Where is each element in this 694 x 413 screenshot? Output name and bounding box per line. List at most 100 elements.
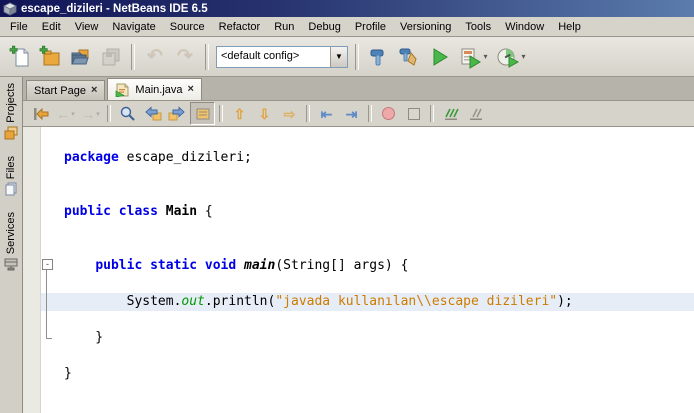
- code-view[interactable]: package escape_dizileri;public class Mai…: [41, 127, 694, 413]
- files-icon: [4, 182, 18, 196]
- toggle-highlight-search-button[interactable]: [190, 102, 215, 125]
- new-file-button[interactable]: [6, 42, 36, 72]
- menu-help[interactable]: Help: [551, 19, 588, 35]
- uncomment-icon: [468, 106, 484, 122]
- undo-button[interactable]: ↶: [140, 42, 170, 72]
- project-configuration-select[interactable]: <default config> ▼: [216, 46, 348, 68]
- uncomment-button[interactable]: [463, 102, 488, 125]
- build-project-button[interactable]: [364, 42, 394, 72]
- toolbar-separator: [306, 105, 310, 122]
- sidebar-item-services[interactable]: Services: [4, 212, 18, 271]
- menu-debug[interactable]: Debug: [301, 19, 347, 35]
- shift-line-right-button[interactable]: ⇥: [339, 102, 364, 125]
- projects-label: Projects: [5, 83, 17, 123]
- menu-versioning[interactable]: Versioning: [393, 19, 458, 35]
- code-line[interactable]: package escape_dizileri;: [41, 149, 694, 167]
- redo-button[interactable]: ↷: [170, 42, 200, 72]
- tab-label: Main.java: [135, 84, 182, 96]
- toggle-bookmark-button[interactable]: ⇨: [277, 102, 302, 125]
- code-fold-guide-end: [46, 338, 52, 339]
- code-line[interactable]: [41, 167, 694, 185]
- find-next-button[interactable]: [165, 102, 190, 125]
- record-macro-icon: [382, 107, 395, 120]
- editor-toolbar: ←▾ →▾: [23, 101, 694, 127]
- back-icon: ←: [56, 107, 70, 121]
- run-project-button[interactable]: [424, 42, 454, 72]
- new-project-button[interactable]: [36, 42, 66, 72]
- tab-start-page[interactable]: Start Page ×: [26, 80, 105, 100]
- menu-view[interactable]: View: [68, 19, 106, 35]
- projects-icon: [4, 126, 18, 140]
- menu-source[interactable]: Source: [163, 19, 212, 35]
- save-all-button[interactable]: [96, 42, 126, 72]
- menu-edit[interactable]: Edit: [35, 19, 68, 35]
- netbeans-cube-icon: [3, 2, 17, 16]
- find-next-icon: [168, 106, 187, 122]
- run-macro-icon: [408, 108, 420, 120]
- project-configuration-value: <default config>: [217, 47, 330, 67]
- shift-right-icon: ⇥: [346, 107, 358, 121]
- menu-refactor[interactable]: Refactor: [212, 19, 268, 35]
- code-line[interactable]: [41, 275, 694, 293]
- find-previous-button[interactable]: [140, 102, 165, 125]
- code-line[interactable]: [41, 347, 694, 365]
- title-bar: escape_dizileri - NetBeans IDE 6.5: [0, 0, 694, 17]
- files-label: Files: [5, 156, 17, 179]
- code-line[interactable]: public class Main {: [41, 203, 694, 221]
- run-macro-button[interactable]: [401, 102, 426, 125]
- code-line[interactable]: }: [41, 329, 694, 347]
- open-project-button[interactable]: [66, 42, 96, 72]
- comment-button[interactable]: [438, 102, 463, 125]
- menu-profile[interactable]: Profile: [348, 19, 393, 35]
- document-tab-row: Start Page × Main.java ×: [23, 77, 694, 101]
- menu-file[interactable]: File: [3, 19, 35, 35]
- chevron-down-icon: ▼: [335, 52, 343, 61]
- code-fold-guide: [46, 270, 47, 338]
- new-file-icon: [9, 45, 33, 69]
- code-line[interactable]: [41, 131, 694, 149]
- chevron-down-icon: ▾: [521, 52, 525, 61]
- code-line[interactable]: [41, 239, 694, 257]
- clean-and-build-button[interactable]: [394, 42, 424, 72]
- menu-window[interactable]: Window: [498, 19, 551, 35]
- toolbar-separator: [131, 44, 135, 70]
- hammer-icon: [367, 45, 391, 69]
- code-lines: package escape_dizileri;public class Mai…: [41, 131, 694, 383]
- menu-navigate[interactable]: Navigate: [105, 19, 162, 35]
- back-button[interactable]: ←▾: [53, 102, 78, 125]
- menu-run[interactable]: Run: [267, 19, 301, 35]
- code-line[interactable]: System.out.println("javada kullanılan\\e…: [41, 293, 694, 311]
- code-line[interactable]: [41, 311, 694, 329]
- sidebar-item-files[interactable]: Files: [4, 156, 18, 196]
- profile-project-button[interactable]: ▾: [492, 42, 530, 72]
- find-selection-button[interactable]: [115, 102, 140, 125]
- last-edit-location-icon: [32, 106, 50, 122]
- code-line[interactable]: [41, 185, 694, 203]
- debug-project-button[interactable]: ▾: [454, 42, 492, 72]
- combo-dropdown-button[interactable]: ▼: [330, 47, 347, 67]
- record-macro-button[interactable]: [376, 102, 401, 125]
- main-toolbar: ↶ ↷ <default config> ▼: [0, 37, 694, 77]
- editor-gutter[interactable]: [23, 127, 41, 413]
- hammer-broom-icon: [397, 45, 421, 69]
- menu-tools[interactable]: Tools: [458, 19, 498, 35]
- tab-main-java[interactable]: Main.java ×: [107, 78, 202, 100]
- toolbar-separator: [355, 44, 359, 70]
- code-line[interactable]: [41, 221, 694, 239]
- forward-button[interactable]: →▾: [78, 102, 103, 125]
- previous-bookmark-button[interactable]: ⇧: [227, 102, 252, 125]
- main-area: Projects Files Services: [0, 77, 694, 413]
- java-file-icon: [115, 83, 130, 97]
- code-line[interactable]: }: [41, 365, 694, 383]
- sidebar-item-projects[interactable]: Projects: [4, 83, 18, 140]
- close-icon[interactable]: ×: [91, 85, 97, 96]
- editor-area: package escape_dizileri;public class Mai…: [23, 127, 694, 413]
- services-icon: [4, 257, 18, 271]
- next-bookmark-button[interactable]: ⇩: [252, 102, 277, 125]
- code-fold-toggle[interactable]: -: [42, 259, 53, 270]
- code-line[interactable]: public static void main(String[] args) {: [41, 257, 694, 275]
- shift-line-left-button[interactable]: ⇤: [314, 102, 339, 125]
- highlight-search-icon: [195, 106, 211, 122]
- last-edit-location-button[interactable]: [28, 102, 53, 125]
- close-icon[interactable]: ×: [188, 84, 194, 95]
